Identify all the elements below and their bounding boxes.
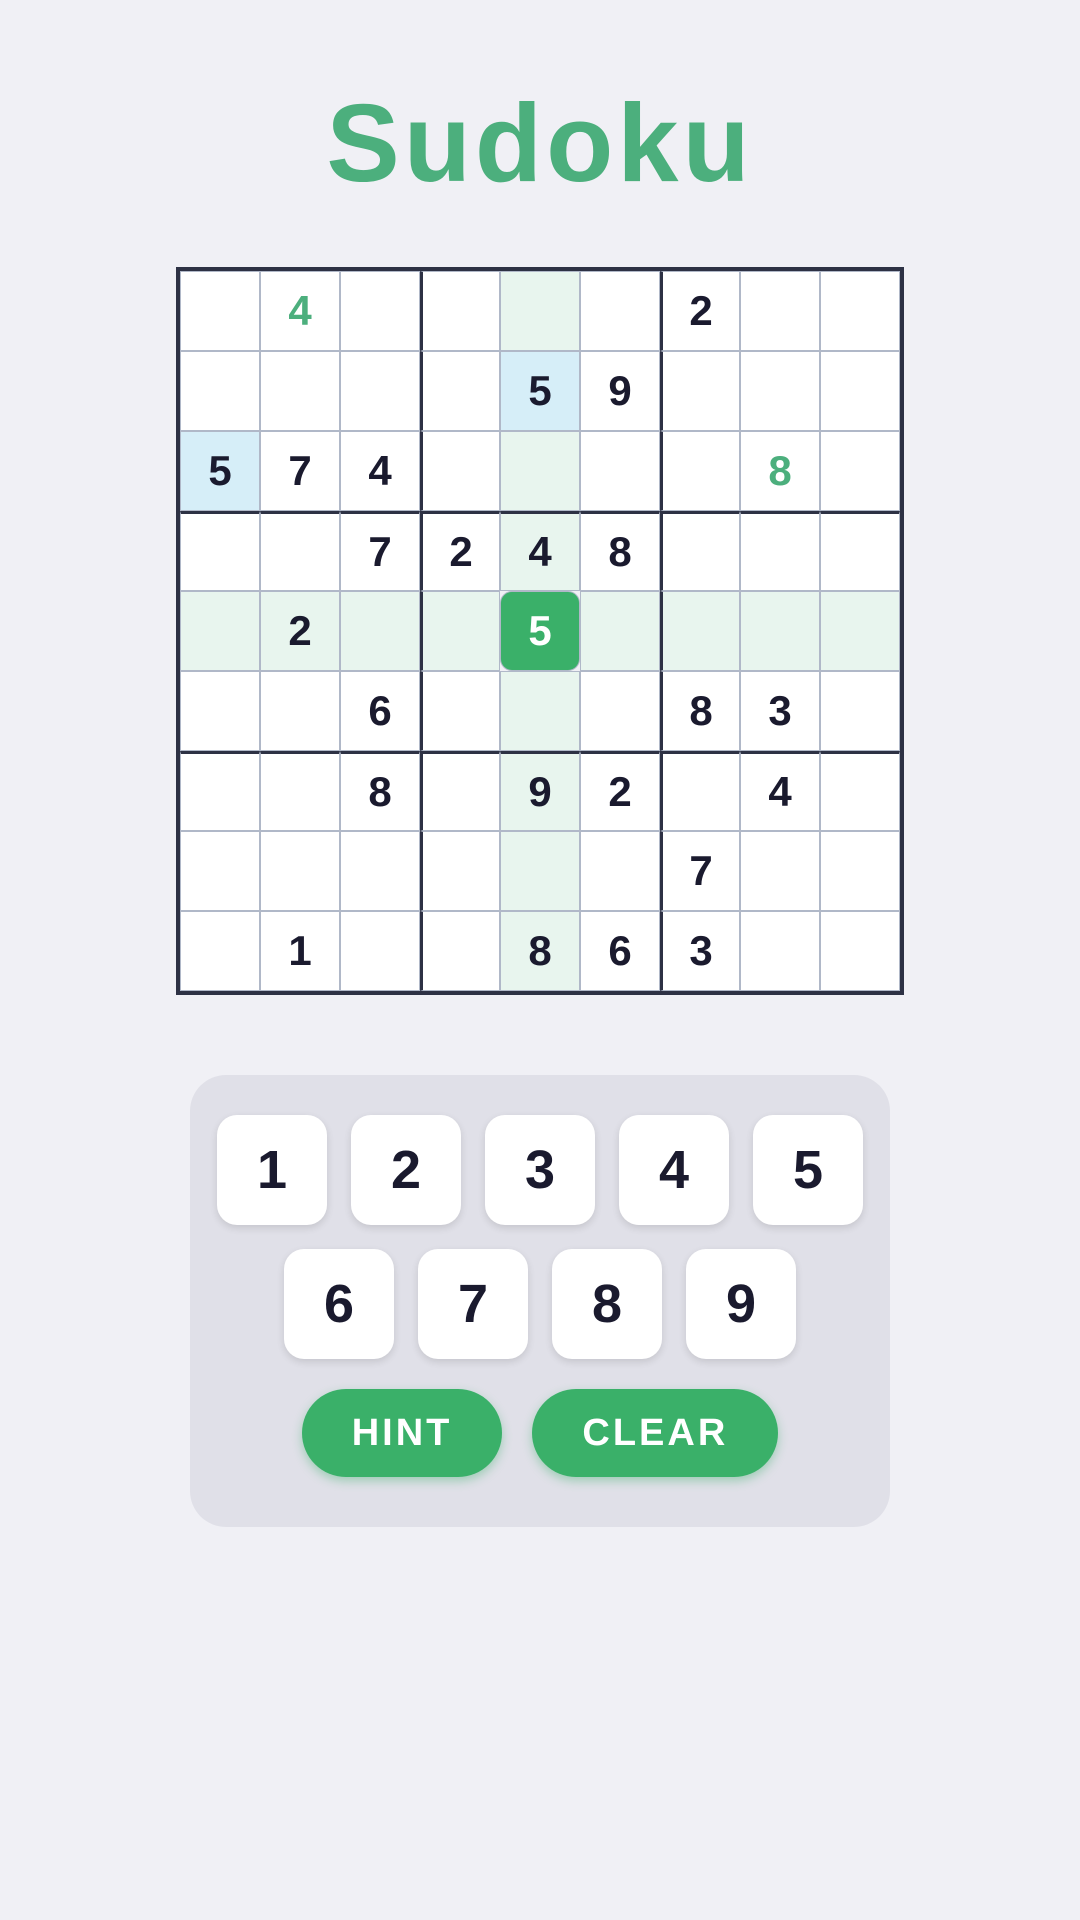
grid-cell[interactable] — [660, 591, 740, 671]
grid-cell[interactable]: 3 — [740, 671, 820, 751]
grid-cell[interactable] — [820, 751, 900, 831]
grid-cell[interactable] — [740, 351, 820, 431]
numpad-button-6[interactable]: 6 — [284, 1249, 394, 1359]
grid-cell[interactable] — [820, 911, 900, 991]
grid-cell[interactable]: 7 — [340, 511, 420, 591]
grid-cell[interactable] — [180, 591, 260, 671]
grid-cell[interactable] — [740, 911, 820, 991]
grid-cell[interactable]: 2 — [420, 511, 500, 591]
grid-cell[interactable] — [820, 831, 900, 911]
grid-cell[interactable]: 6 — [580, 911, 660, 991]
grid-cell[interactable] — [500, 831, 580, 911]
grid-cell[interactable]: 7 — [660, 831, 740, 911]
grid-cell[interactable] — [820, 271, 900, 351]
grid-cell[interactable]: 8 — [660, 671, 740, 751]
numpad-button-8[interactable]: 8 — [552, 1249, 662, 1359]
numpad-button-2[interactable]: 2 — [351, 1115, 461, 1225]
app-title: Sudoku — [326, 80, 753, 207]
grid-cell[interactable] — [820, 591, 900, 671]
grid-cell[interactable]: 7 — [260, 431, 340, 511]
grid-cell[interactable] — [500, 271, 580, 351]
grid-cell[interactable] — [260, 671, 340, 751]
numpad-button-3[interactable]: 3 — [485, 1115, 595, 1225]
grid-cell[interactable] — [580, 271, 660, 351]
grid-cell[interactable]: 4 — [340, 431, 420, 511]
grid-cell[interactable] — [580, 591, 660, 671]
grid-cell[interactable] — [340, 591, 420, 671]
grid-cell[interactable]: 8 — [500, 911, 580, 991]
numpad-button-5[interactable]: 5 — [753, 1115, 863, 1225]
grid-cell[interactable] — [180, 831, 260, 911]
grid-cell[interactable] — [820, 431, 900, 511]
grid-cell[interactable] — [580, 671, 660, 751]
grid-cell[interactable]: 5 — [180, 431, 260, 511]
grid-cell[interactable] — [180, 751, 260, 831]
grid-cell[interactable] — [340, 271, 420, 351]
numpad-row-2: 6789 — [284, 1249, 796, 1359]
grid-cell[interactable] — [820, 351, 900, 431]
numpad-button-4[interactable]: 4 — [619, 1115, 729, 1225]
grid-cell[interactable]: 8 — [580, 511, 660, 591]
grid-cell[interactable] — [260, 831, 340, 911]
grid-cell[interactable]: 9 — [580, 351, 660, 431]
grid-cell[interactable]: 8 — [340, 751, 420, 831]
grid-cell[interactable] — [820, 671, 900, 751]
grid-cell[interactable] — [580, 431, 660, 511]
numpad-button-9[interactable]: 9 — [686, 1249, 796, 1359]
grid-cell[interactable] — [580, 831, 660, 911]
grid-cell[interactable]: 2 — [580, 751, 660, 831]
grid-cell[interactable]: 5 — [500, 591, 580, 671]
grid-cell[interactable] — [420, 431, 500, 511]
grid-cell[interactable]: 6 — [340, 671, 420, 751]
grid-cell[interactable] — [420, 591, 500, 671]
grid-cell[interactable]: 4 — [500, 511, 580, 591]
grid-cell[interactable] — [180, 271, 260, 351]
grid-cell[interactable] — [340, 831, 420, 911]
grid-cell[interactable] — [740, 271, 820, 351]
grid-cell[interactable] — [420, 911, 500, 991]
grid-cell[interactable] — [420, 271, 500, 351]
grid-cell[interactable] — [660, 351, 740, 431]
numpad-panel: 12345 6789 HINT CLEAR — [190, 1075, 890, 1527]
grid-cell[interactable] — [820, 511, 900, 591]
grid-cell[interactable] — [180, 671, 260, 751]
grid-cell[interactable] — [260, 751, 340, 831]
grid-cell[interactable]: 8 — [740, 431, 820, 511]
numpad-row-1: 12345 — [217, 1115, 863, 1225]
grid-cell[interactable] — [340, 351, 420, 431]
grid-cell[interactable]: 1 — [260, 911, 340, 991]
grid-cell[interactable] — [500, 671, 580, 751]
clear-button[interactable]: CLEAR — [532, 1389, 778, 1477]
grid-cell[interactable] — [660, 431, 740, 511]
grid-cell[interactable] — [660, 511, 740, 591]
grid-cell[interactable] — [420, 751, 500, 831]
grid-cell[interactable] — [740, 591, 820, 671]
grid-cell[interactable] — [340, 911, 420, 991]
grid-cell[interactable] — [180, 911, 260, 991]
grid-cell[interactable]: 2 — [260, 591, 340, 671]
grid-cell[interactable]: 5 — [500, 351, 580, 431]
hint-button[interactable]: HINT — [302, 1389, 503, 1477]
grid-cell[interactable] — [260, 351, 340, 431]
grid-cell[interactable] — [180, 351, 260, 431]
numpad-button-7[interactable]: 7 — [418, 1249, 528, 1359]
grid-cell[interactable] — [740, 511, 820, 591]
grid-cell[interactable]: 4 — [740, 751, 820, 831]
grid-cell[interactable]: 4 — [260, 271, 340, 351]
grid-cell[interactable] — [420, 351, 500, 431]
grid-cell[interactable]: 3 — [660, 911, 740, 991]
grid-cell[interactable]: 2 — [660, 271, 740, 351]
grid-cell[interactable] — [740, 831, 820, 911]
grid-cell[interactable] — [420, 831, 500, 911]
grid-cell[interactable] — [260, 511, 340, 591]
action-row: HINT CLEAR — [302, 1389, 779, 1477]
grid-cell[interactable] — [660, 751, 740, 831]
grid-cell[interactable]: 9 — [500, 751, 580, 831]
sudoku-grid: 42595748724825683892471863 — [176, 267, 904, 995]
grid-cell[interactable] — [420, 671, 500, 751]
grid-cell[interactable] — [500, 431, 580, 511]
grid-cell[interactable] — [180, 511, 260, 591]
numpad-button-1[interactable]: 1 — [217, 1115, 327, 1225]
